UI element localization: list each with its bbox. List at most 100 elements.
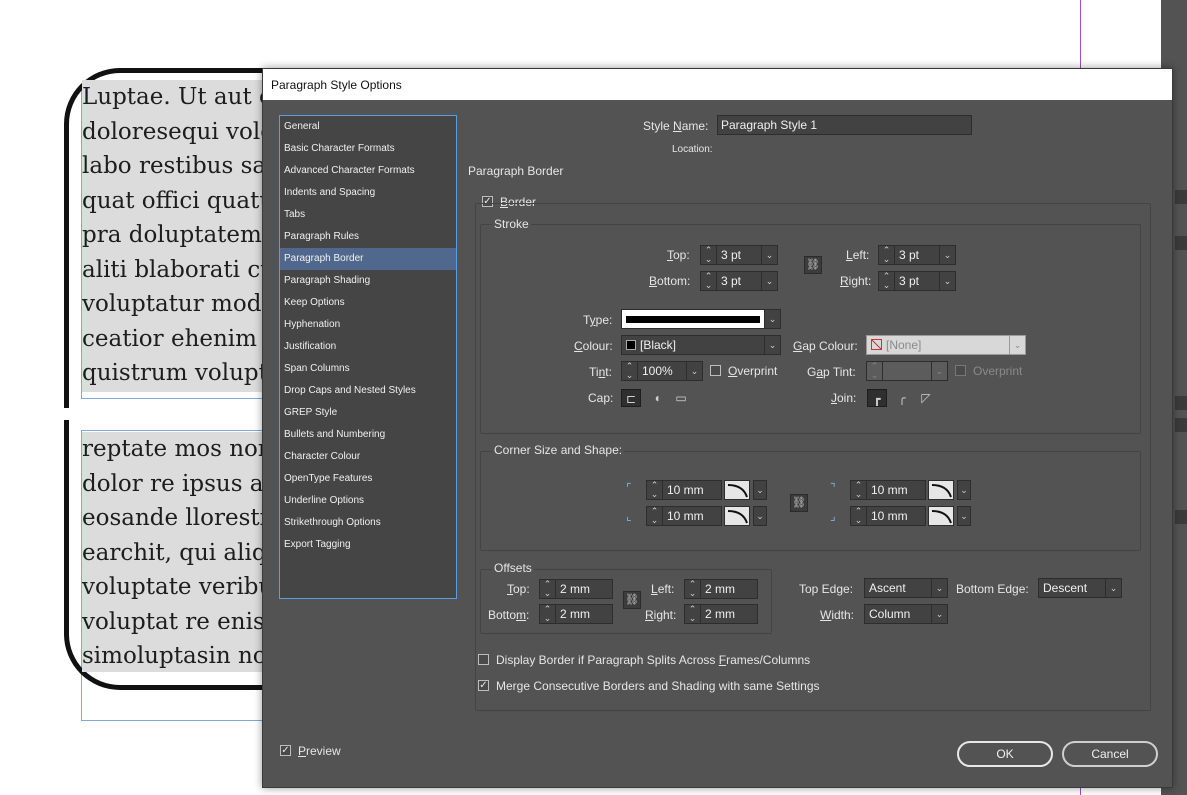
category-item[interactable]: Tabs — [280, 204, 456, 226]
corner-link-icon[interactable]: ⛓ — [790, 494, 808, 512]
offset-right-label: Right: — [645, 608, 677, 622]
gap-colour-select[interactable]: [None] ⌄ — [866, 335, 1026, 355]
bottom-left-corner-input[interactable]: ⌃ ⌄ 10 mm — [646, 506, 722, 526]
type-select[interactable]: ⌄ — [621, 309, 781, 329]
stroke-left-label: Left: — [846, 248, 870, 262]
category-item[interactable]: Underline Options — [280, 490, 456, 512]
offsets-link-icon[interactable]: ⛓ — [623, 591, 641, 609]
offset-top-input[interactable]: ⌃ ⌄ 2 mm — [539, 579, 613, 599]
width-label: Width: — [820, 608, 855, 622]
category-item[interactable]: Advanced Character Formats — [280, 160, 456, 182]
text-line: Luptae. Ut aut o — [82, 84, 272, 110]
none-swatch-icon — [871, 339, 882, 350]
preview-checkbox[interactable]: ✓ — [280, 745, 291, 756]
bottom-right-corner-dropdown[interactable]: ⌄ — [957, 506, 971, 526]
top-edge-label: Top Edge: — [799, 582, 854, 596]
category-list[interactable]: General Basic Character Formats Advanced C… — [279, 115, 457, 599]
black-swatch — [626, 340, 636, 350]
solid-line-swatch — [626, 316, 760, 323]
category-item[interactable]: Indents and Spacing — [280, 182, 456, 204]
text-line: eosande llorestia — [82, 505, 272, 531]
category-item[interactable]: Strikethrough Options — [280, 512, 456, 534]
cancel-button[interactable]: Cancel — [1062, 741, 1158, 767]
bottom-right-corner-icon: ⌟ — [830, 509, 836, 523]
top-left-corner-dropdown[interactable]: ⌄ — [753, 480, 767, 500]
category-item[interactable]: Bullets and Numbering — [280, 424, 456, 446]
offset-left-input[interactable]: ⌃ ⌄ 2 mm — [684, 579, 758, 599]
width-select[interactable]: Column ⌄ — [864, 604, 948, 624]
join-label: Join: — [831, 391, 857, 405]
top-right-corner-icon: ⌝ — [830, 481, 836, 495]
bottom-edge-label: Bottom Edge: — [956, 582, 1029, 596]
merge-checkbox[interactable]: ✓ — [478, 680, 489, 691]
category-item[interactable]: General — [280, 116, 456, 138]
stroke-top-label: Top: — [667, 248, 690, 262]
top-right-corner-shape[interactable] — [928, 480, 954, 500]
category-item[interactable]: Justification — [280, 336, 456, 358]
gap-overprint-checkbox[interactable] — [955, 365, 966, 376]
category-item[interactable]: Basic Character Formats — [280, 138, 456, 160]
preview-label: Preview — [298, 744, 341, 758]
stroke-top-input[interactable]: ⌃ ⌄ 3 pt ⌄ — [700, 245, 778, 265]
top-left-corner-input[interactable]: ⌃ ⌄ 10 mm — [646, 480, 722, 500]
category-item[interactable]: Hyphenation — [280, 314, 456, 336]
display-split-label: Display Border if Paragraph Splits Acros… — [496, 653, 811, 667]
corner-title: Corner Size and Shape: — [492, 443, 625, 457]
stroke-left-input[interactable]: ⌃ ⌄ 3 pt ⌄ — [878, 245, 956, 265]
colour-select[interactable]: [Black] ⌄ — [621, 335, 781, 355]
text-line: labo restibus sar — [82, 153, 272, 179]
category-item[interactable]: Paragraph Rules — [280, 226, 456, 248]
display-split-checkbox[interactable] — [478, 654, 489, 665]
style-name-input[interactable]: Paragraph Style 1 — [717, 115, 972, 135]
tint-label: Tint: — [589, 365, 612, 379]
category-item[interactable]: Export Tagging — [280, 534, 456, 556]
top-right-corner-dropdown[interactable]: ⌄ — [957, 480, 971, 500]
text-top: Luptae. Ut aut o doloresequi vole labo res… — [82, 80, 272, 392]
merge-label: Merge Consecutive Borders and Shading wi… — [496, 679, 820, 693]
category-item[interactable]: GREP Style — [280, 402, 456, 424]
top-left-corner-shape[interactable] — [724, 480, 750, 500]
gap-tint-input[interactable]: ⌃ ⌄ ⌄ — [866, 361, 948, 381]
text-bottom: reptate mos non dolor re ipsus as eosande … — [82, 432, 272, 672]
bottom-edge-select[interactable]: Descent ⌄ — [1038, 578, 1122, 598]
text-line: earchit, qui aliq — [82, 539, 267, 566]
bottom-left-corner-dropdown[interactable]: ⌄ — [753, 506, 767, 526]
category-item[interactable]: Character Colour — [280, 446, 456, 468]
text-line: pra doluptatem — [82, 222, 262, 248]
text-line: aliti blaborati cu — [82, 256, 272, 283]
text-line: quat offici quatu — [82, 187, 272, 214]
category-item[interactable]: Paragraph Border — [280, 248, 456, 270]
bottom-left-corner-shape[interactable] — [724, 506, 750, 526]
ok-button[interactable]: OK — [957, 741, 1053, 767]
top-left-corner-icon: ⌜ — [626, 481, 632, 495]
category-item[interactable]: Paragraph Shading — [280, 270, 456, 292]
cap-butt-icon[interactable]: ⊏ — [621, 389, 641, 407]
category-item[interactable]: OpenType Features — [280, 468, 456, 490]
join-round-icon[interactable]: ╭ — [892, 389, 912, 407]
tint-input[interactable]: ⌃ ⌄ 100% ⌄ — [621, 361, 703, 381]
style-name-label: Style Name: — [643, 119, 709, 133]
top-right-corner-input[interactable]: ⌃ ⌄ 10 mm — [850, 480, 926, 500]
cap-projecting-icon[interactable]: ▭ — [671, 389, 691, 407]
text-line: reptate mos non — [82, 436, 272, 462]
join-miter-icon[interactable]: ┏ — [867, 389, 887, 407]
offset-bottom-label: Bottom: — [488, 608, 530, 622]
category-item[interactable]: Keep Options — [280, 292, 456, 314]
bottom-right-corner-input[interactable]: ⌃ ⌄ 10 mm — [850, 506, 926, 526]
join-bevel-icon[interactable]: ◸ — [916, 389, 936, 407]
overprint-checkbox[interactable] — [710, 365, 721, 376]
overprint-label: Overprint — [728, 364, 778, 378]
category-item[interactable]: Drop Caps and Nested Styles — [280, 380, 456, 402]
offset-right-input[interactable]: ⌃ ⌄ 2 mm — [684, 604, 758, 624]
text-line: doloresequi vole — [82, 118, 272, 145]
stroke-link-icon[interactable]: ⛓ — [804, 256, 822, 274]
stroke-bottom-input[interactable]: ⌃ ⌄ 3 pt ⌄ — [700, 271, 778, 291]
top-edge-select[interactable]: Ascent ⌄ — [864, 578, 948, 598]
stroke-right-input[interactable]: ⌃ ⌄ 3 pt ⌄ — [878, 271, 956, 291]
corner-group — [480, 451, 1141, 551]
cap-round-icon[interactable]: ◖ — [647, 389, 667, 407]
bottom-right-corner-shape[interactable] — [928, 506, 954, 526]
stroke-bottom-label: Bottom: — [649, 274, 691, 288]
category-item[interactable]: Span Columns — [280, 358, 456, 380]
offset-bottom-input[interactable]: ⌃ ⌄ 2 mm — [539, 604, 613, 624]
